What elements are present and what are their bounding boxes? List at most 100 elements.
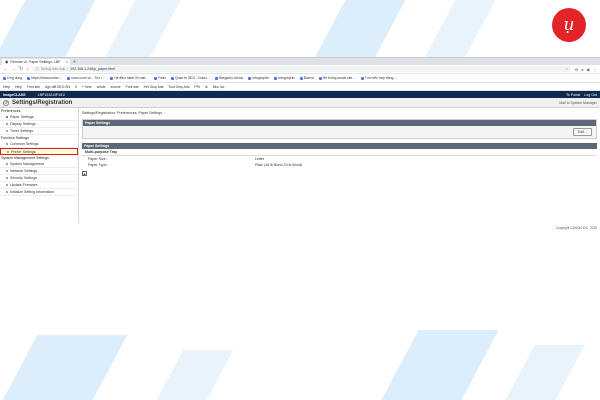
menu-icon[interactable]: ⋮ [593, 67, 597, 72]
trello-icon [153, 76, 157, 80]
bookmark-item[interactable]: Font site [126, 85, 139, 89]
page-title-bar: ↺ Settings/Registration Mail to System M… [0, 98, 600, 108]
bookmark-item[interactable]: Batcro [299, 76, 314, 80]
security-label: Không bảo mật [40, 67, 66, 71]
main-panel: Settings/Registration: Preferences: Pape… [79, 108, 600, 223]
url-text: 192.168.1.248/p_paper.html [70, 67, 115, 71]
bullet-icon [6, 170, 8, 172]
apps-icon [3, 76, 6, 80]
bookmark-icon [110, 76, 114, 80]
sidebar-item-system-management[interactable]: System Management [0, 161, 78, 168]
bookmark-item[interactable]: Kết Giúp Ads [144, 85, 164, 89]
bookmark-item[interactable]: Trello [153, 76, 166, 80]
row-value: Letter [255, 157, 265, 161]
breadcrumb: Settings/Registration: Preferences: Pape… [82, 111, 163, 115]
bookmark-item[interactable]: Ik [205, 85, 208, 89]
bookmark-icon [248, 76, 252, 80]
sidebar-item-network-settings[interactable]: Network Settings [0, 168, 78, 175]
forward-icon[interactable]: → [11, 66, 16, 72]
paper-settings-panel: Paper Settings Edit... [82, 119, 597, 139]
tab-title: Remote UI: Paper Settings: LBP [10, 60, 61, 64]
to-portal-link[interactable]: To Portal [566, 93, 580, 97]
bookmarks-bar-secondary: Help Help Font site Agx.diff.SEO.SN Il +… [0, 83, 600, 91]
bookmark-item[interactable]: https://webcounter… [27, 76, 62, 80]
bullet-icon [6, 123, 8, 125]
bookmark-icon [299, 76, 303, 80]
bookmark-item[interactable]: Hệ điều hành lỗi mất… [110, 76, 149, 80]
bullet-icon [6, 177, 8, 179]
collapse-toggle-icon[interactable]: ▲ [82, 171, 87, 176]
bookmark-item[interactable]: Tool Giúp Ads [168, 85, 189, 89]
new-tab-icon[interactable]: + [73, 59, 76, 65]
edit-button[interactable]: Edit... [572, 128, 592, 136]
sidebar-item-printer-settings[interactable]: Printer Settings [0, 148, 78, 155]
bookmark-item[interactable]: Ứng dụng [3, 76, 22, 80]
bookmark-item[interactable]: Il [75, 85, 77, 89]
bookmark-item[interactable]: Quản trị SEO - Dulux… [170, 76, 210, 80]
product-brand: imageCLASS [3, 92, 26, 97]
log-out-link[interactable]: Log Out [584, 93, 597, 97]
tab-favicon-icon: ▣ [5, 60, 9, 64]
profile-icon[interactable]: ◉ [587, 67, 591, 72]
bookmark-item[interactable]: + Hele [82, 85, 92, 89]
tab-bar: ▣ Remote UI: Paper Settings: LBP × + [0, 58, 600, 65]
brand-logo: ụ [552, 8, 586, 42]
back-icon[interactable]: ← [3, 66, 8, 72]
bookmark-icon [274, 76, 278, 80]
page-title: Settings/Registration [12, 99, 73, 106]
home-icon[interactable]: ⌂ [26, 66, 29, 72]
bullet-icon [6, 184, 8, 186]
bookmark-item[interactable]: Infographic [248, 76, 269, 80]
bookmark-item[interactable]: whole [97, 85, 106, 89]
sidebar-item-security-settings[interactable]: Security Settings [0, 175, 78, 182]
bullet-icon [6, 130, 8, 132]
sidebar-item-initialize-settings[interactable]: Initialize Setting Information [0, 189, 78, 196]
sidebar-item-timer-settings[interactable]: Timer Settings [0, 128, 78, 135]
row-key: Paper Size: [88, 157, 107, 161]
sidebar-item-common-settings[interactable]: Common Settings [0, 141, 78, 148]
row-key: Paper Type: [88, 163, 108, 167]
extension-icon[interactable]: ● [581, 67, 583, 72]
bookmark-item[interactable]: Hệ thống social site… [318, 76, 356, 80]
sidebar-item-update-firmware[interactable]: Update Firmware [0, 182, 78, 189]
bullet-icon [6, 163, 8, 165]
mail-to-system-manager-link[interactable]: Mail to System Manager [559, 101, 597, 105]
bookmark-icon [27, 76, 31, 80]
bullet-icon [6, 143, 8, 145]
url-input[interactable]: ⓘ Không bảo mật | 192.168.1.248/p_paper.… [32, 66, 572, 72]
bookmark-icon [170, 76, 174, 80]
row-value: Plain (16 lb Bond-23 lb Bond) [255, 163, 302, 167]
bookmark-item[interactable]: Bergamo Admin [215, 76, 243, 80]
bookmark-item[interactable]: PRI [194, 85, 200, 89]
bullet-icon [6, 116, 8, 118]
reload-icon[interactable]: ↻ [19, 66, 23, 72]
bookmark-icon [318, 76, 322, 80]
star-icon[interactable]: ☆ [565, 67, 568, 71]
settings-icon: ↺ [3, 99, 9, 106]
bookmark-item[interactable]: ninco.com.vn - Tìm i… [67, 76, 105, 80]
info-icon: ⓘ [35, 66, 39, 71]
extension-icon[interactable]: ⚙ [574, 67, 578, 72]
bookmark-item[interactable]: Font site [27, 85, 40, 89]
bookmark-icon [67, 76, 71, 80]
sidebar: Preferences Paper Settings Display Setti… [0, 108, 79, 223]
address-bar-row: ← → ↻ ⌂ ⓘ Không bảo mật | 192.168.1.248/… [0, 65, 600, 74]
settings-row-paper-type: Paper Type: Plain (16 lb Bond-23 lb Bond… [82, 162, 597, 168]
bookmark-item[interactable]: Tìm hiểu hợp đồng… [360, 76, 397, 80]
bookmark-item[interactable]: Infographic [274, 76, 295, 80]
bookmarks-bar: Ứng dụng https://webcounter… ninco.com.v… [0, 74, 600, 83]
app-header: imageCLASS LBP151/LBP151/ To Portal Log … [0, 91, 600, 98]
bookmark-item[interactable]: Help [15, 85, 22, 89]
bookmark-item[interactable]: Mục lục [213, 85, 225, 89]
browser-tab[interactable]: ▣ Remote UI: Paper Settings: LBP × [2, 59, 70, 65]
close-tab-icon[interactable]: × [66, 60, 68, 64]
copyright-footer: Copyright CANON INC. 2015 [555, 226, 597, 230]
bullet-icon [7, 150, 9, 153]
bookmark-icon [215, 76, 219, 80]
bookmark-item[interactable]: source [110, 85, 120, 89]
bookmark-item[interactable]: Help [3, 85, 10, 89]
sidebar-item-display-settings[interactable]: Display Settings [0, 121, 78, 128]
bookmark-item[interactable]: Agx.diff.SEO.SN [45, 85, 70, 89]
multi-purpose-tray-heading: Multi-purpose Tray [82, 149, 597, 156]
sidebar-item-paper-settings[interactable]: Paper Settings [0, 114, 78, 121]
